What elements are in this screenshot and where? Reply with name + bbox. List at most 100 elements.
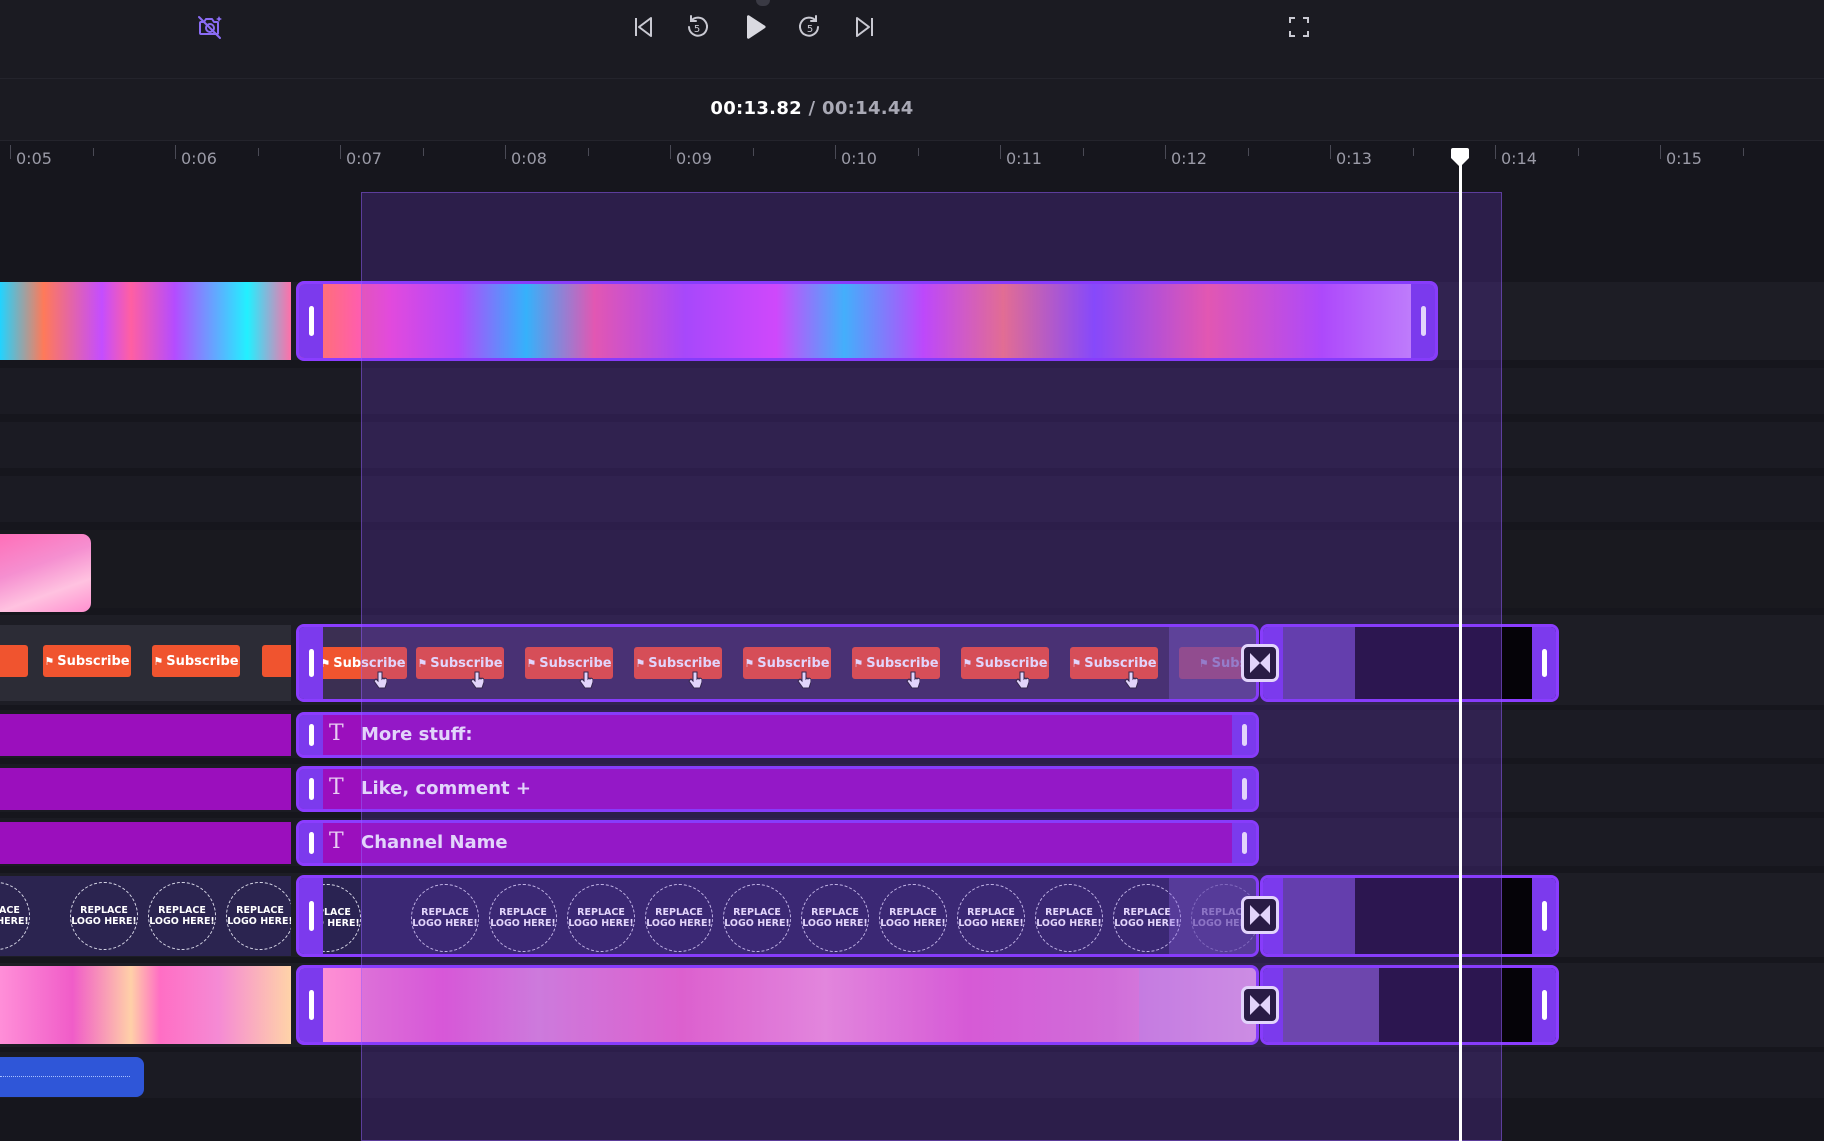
- subscribe-button-thumb: ⚑ Subscribe: [1070, 647, 1158, 679]
- clip-handle-left[interactable]: [299, 769, 323, 809]
- logo-placeholder-line1: REPLACE: [811, 907, 859, 918]
- gradient-clip-previous[interactable]: [0, 282, 291, 360]
- clip-handle-right[interactable]: [1411, 284, 1435, 358]
- subscribe-clip-tail[interactable]: [1260, 624, 1559, 702]
- skip-to-start-button[interactable]: [626, 10, 660, 44]
- logo-placeholder-line2: LOGO HERE!: [646, 918, 712, 929]
- skip-to-end-icon: [856, 17, 873, 37]
- transition-button[interactable]: [1241, 896, 1279, 934]
- ai-camera-off-icon[interactable]: [193, 10, 227, 44]
- logo-placeholder-line1: REPLACE: [967, 907, 1015, 918]
- logo-placeholder-thumb: REPLACELOGO HERE!: [1035, 884, 1103, 952]
- text-clip-channel-name[interactable]: T Channel Name: [296, 820, 1259, 866]
- hand-cursor-icon: [1124, 671, 1138, 689]
- clip-handle-left[interactable]: [299, 823, 323, 863]
- logo-placeholder-thumb: REPLACELOGO HERE!: [567, 884, 635, 952]
- ruler-tick-line: [1330, 145, 1331, 159]
- black-frame: [1502, 627, 1532, 699]
- ruler-minor-tick: [588, 148, 589, 156]
- transition-button[interactable]: [1241, 644, 1279, 682]
- time-readout: 00:13.82 / 00:14.44: [0, 98, 1624, 119]
- gradient-clip-selected[interactable]: [296, 281, 1438, 361]
- subscribe-button-thumb: ⚑ Subscribe: [961, 647, 1049, 679]
- hand-cursor-icon: [906, 671, 920, 689]
- pink-video-clip-tail[interactable]: [1260, 965, 1559, 1045]
- transition-icon: [1250, 905, 1270, 925]
- logo-placeholder-line1: REPLACE: [577, 907, 625, 918]
- subscribe-label: Subscribe: [866, 655, 939, 671]
- track-row-empty-1: [0, 368, 1824, 414]
- text-clip-previous-2[interactable]: [0, 768, 291, 810]
- hand-cursor-icon: [373, 671, 387, 689]
- subscribe-label: Subscribe: [333, 655, 406, 671]
- logo-clip-selected[interactable]: REPLACE LOGO HERE! REPLACE LOGO HERE! REPLAC…: [296, 875, 1259, 957]
- clip-handle-left[interactable]: [299, 878, 323, 954]
- clip-handle-left[interactable]: [299, 284, 323, 358]
- subscribe-clip-previous[interactable]: ibe ⚑Subscribe ⚑Subscribe ⚑: [0, 625, 291, 701]
- transition-icon: [1250, 995, 1270, 1015]
- play-button[interactable]: [737, 10, 771, 44]
- ruler-minor-tick: [1743, 148, 1744, 156]
- fullscreen-button[interactable]: [1282, 10, 1316, 44]
- svg-text:5: 5: [694, 24, 700, 35]
- clip-handle-right[interactable]: [1232, 769, 1256, 809]
- black-frame: [1502, 878, 1532, 954]
- forward-5-button[interactable]: 5: [793, 10, 827, 44]
- text-clip-more-stuff[interactable]: T More stuff:: [296, 712, 1259, 758]
- subscribe-button-thumb: ⚑ Subscribe: [416, 647, 504, 679]
- text-clip-like-comment[interactable]: T Like, comment +: [296, 766, 1259, 812]
- clip-handle-left[interactable]: [299, 715, 323, 755]
- ruler-tick-line: [1495, 145, 1496, 159]
- track-row-audio: [0, 1052, 1824, 1098]
- clip-handle-right[interactable]: [1532, 968, 1556, 1042]
- logo-placeholder-line2: LOGO HERE!: [490, 918, 556, 929]
- ruler-minor-tick: [1248, 148, 1249, 156]
- logo-placeholder-line2: LOGO HERE!: [880, 918, 946, 929]
- text-clip-previous-1[interactable]: [0, 714, 291, 756]
- clip-handle-left[interactable]: [299, 968, 323, 1042]
- logo-clip-tail[interactable]: [1260, 875, 1559, 957]
- skip-to-end-button[interactable]: [848, 10, 882, 44]
- text-type-icon: T: [329, 829, 344, 854]
- ruler-tick-line: [10, 145, 11, 159]
- subscribe-clip-selected[interactable]: ⚑ Subscribe ⚑ Subscribe ⚑ Subscribe ⚑ Subscribe…: [296, 624, 1259, 702]
- timeline-ruler[interactable]: [0, 141, 1824, 177]
- clip-handle-right[interactable]: [1232, 823, 1256, 863]
- pink-clip[interactable]: [0, 534, 91, 612]
- clip-handle-right[interactable]: [1532, 878, 1556, 954]
- clip-handle-right[interactable]: [1232, 715, 1256, 755]
- ruler-minor-tick: [423, 148, 424, 156]
- logo-placeholder-thumb: REPLACELOGO HERE!: [801, 884, 869, 952]
- flag-icon: ⚑: [1071, 656, 1082, 670]
- ruler-tick-label: 0:10: [841, 149, 877, 168]
- pink-video-clip-previous[interactable]: [0, 966, 291, 1044]
- ruler-tick-label: 0:07: [346, 149, 382, 168]
- hand-cursor-icon: [797, 671, 811, 689]
- fullscreen-icon: [1289, 17, 1309, 37]
- logo-placeholder-line1: REPLACE: [1045, 907, 1093, 918]
- flag-icon: ⚑: [417, 656, 428, 670]
- flag-icon: ⚑: [853, 656, 864, 670]
- logo-placeholder-line1: REPLACE: [499, 907, 547, 918]
- text-clip-previous-3[interactable]: [0, 822, 291, 864]
- ruler-tick-line: [835, 145, 836, 159]
- hand-cursor-icon: [688, 671, 702, 689]
- clip-handle-right[interactable]: [1532, 627, 1556, 699]
- transition-button[interactable]: [1241, 986, 1279, 1024]
- rewind-5-button[interactable]: 5: [680, 10, 714, 44]
- svg-text:5: 5: [807, 24, 813, 35]
- playhead-line[interactable]: [1459, 158, 1462, 1141]
- ruler-tick-label: 0:11: [1006, 149, 1042, 168]
- subscribe-button-thumb: ⚑ Subscribe: [152, 645, 240, 677]
- playhead-handle[interactable]: [1451, 148, 1469, 168]
- logo-clip-previous[interactable]: REPLACELOGO HERE!REPLACELOGO HERE!REPLAC…: [0, 876, 291, 956]
- logo-placeholder-thumb: REPLACELOGO HERE!: [879, 884, 947, 952]
- logo-placeholder-thumb: REPLACELOGO HERE!: [723, 884, 791, 952]
- ruler-minor-tick: [1413, 148, 1414, 156]
- audio-clip[interactable]: [0, 1057, 144, 1097]
- ruler-tick-label: 0:15: [1666, 149, 1702, 168]
- subscribe-button-thumb: ⚑ Subscribe: [743, 647, 831, 679]
- clip-handle-left[interactable]: [299, 627, 323, 699]
- pink-video-clip-selected[interactable]: [296, 965, 1259, 1045]
- logo-placeholder-line2: LOGO HERE!: [958, 918, 1024, 929]
